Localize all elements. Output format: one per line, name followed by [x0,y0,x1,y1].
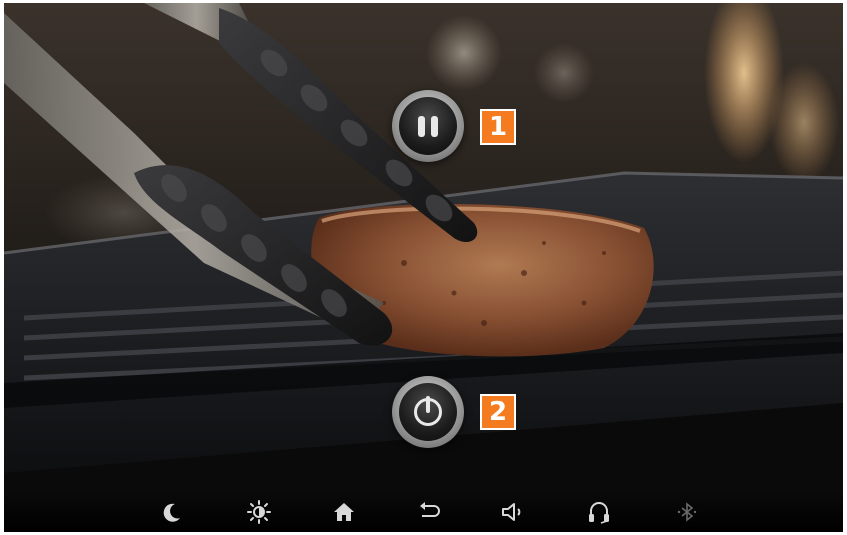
pause-icon [399,97,457,155]
headphones-button[interactable] [586,499,612,525]
power-button[interactable] [392,376,464,448]
callout-badge-1: 1 [480,109,516,145]
home-icon [334,503,354,521]
back-button[interactable] [416,499,442,525]
device-screen: 1 2 [4,3,843,532]
brightness-icon [247,500,271,524]
bluetooth-icon [677,502,697,522]
pause-button[interactable] [392,90,464,162]
volume-icon [502,503,521,521]
moon-icon [163,503,180,522]
home-button[interactable] [331,499,357,525]
callout-badge-2: 2 [480,394,516,430]
bottom-nav-bar [4,491,843,532]
brightness-button[interactable] [246,499,272,525]
night-mode-button[interactable] [159,499,185,525]
bluetooth-button[interactable] [674,499,700,525]
video-frame[interactable]: 1 2 [4,3,843,491]
headphones-icon [589,502,609,524]
power-icon [399,383,457,441]
volume-button[interactable] [501,499,527,525]
back-icon [420,502,440,517]
